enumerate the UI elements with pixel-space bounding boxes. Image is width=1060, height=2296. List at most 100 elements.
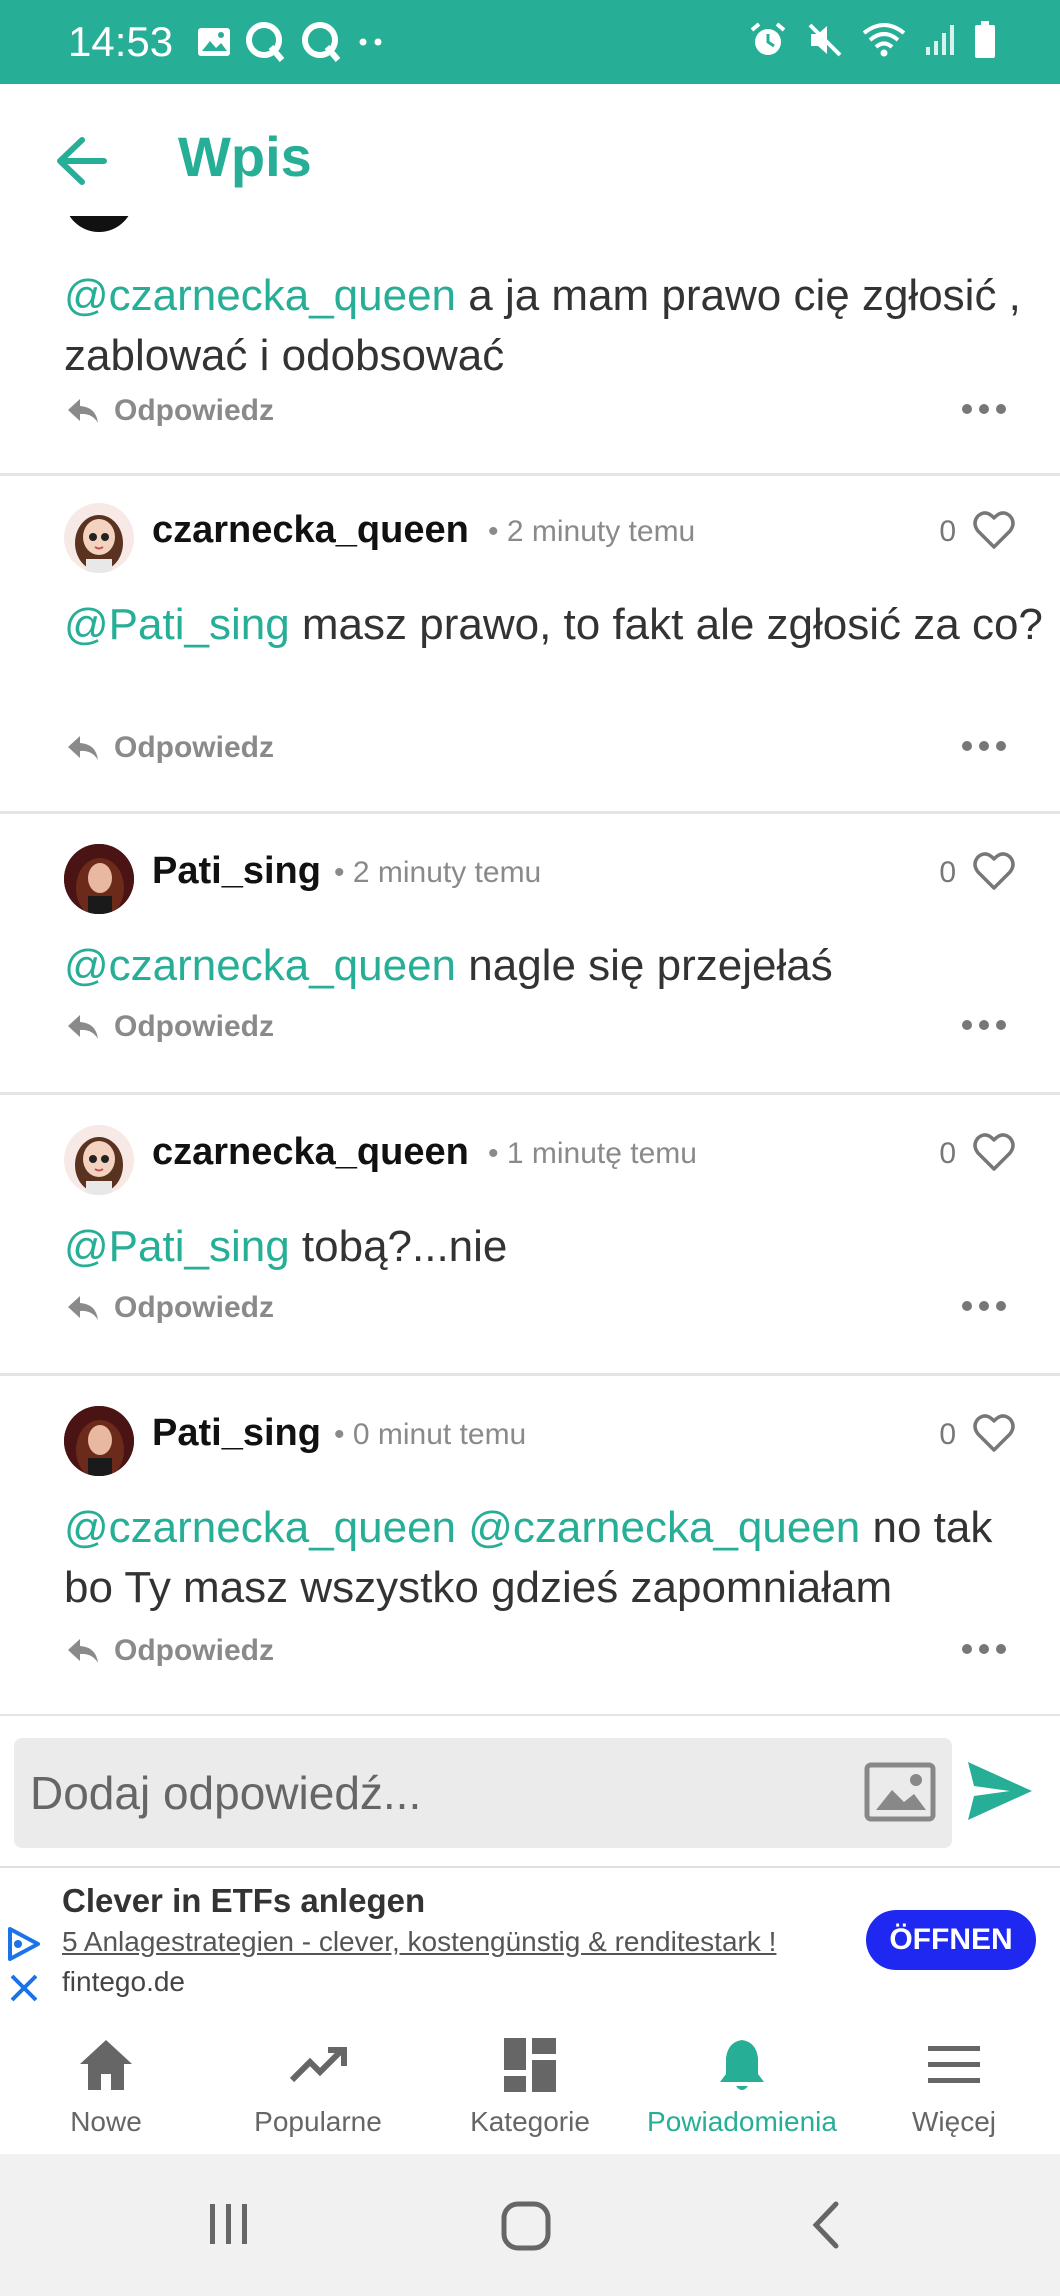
mute-icon xyxy=(808,23,842,57)
comment-item: czarnecka_queen • 1 minutę temu 0 @Pati_… xyxy=(0,1095,1060,1376)
app-bar: Wpis xyxy=(0,84,1060,234)
mention-link[interactable]: @Pati_sing xyxy=(64,1222,290,1271)
back-arrow-icon[interactable] xyxy=(52,132,110,190)
comment-text: @czarnecka_queen nagle się przejełaś xyxy=(64,941,833,990)
mention-link[interactable]: @Pati_sing xyxy=(64,600,290,649)
reply-label: Odpowiedz xyxy=(114,1291,274,1324)
bottom-nav: Nowe Popularne Kategorie Powiadomienia W… xyxy=(0,2014,1060,2154)
reply-button[interactable]: Odpowiedz xyxy=(66,394,274,428)
home-icon xyxy=(80,2040,132,2090)
close-icon[interactable] xyxy=(8,1972,40,2004)
like-count: 0 xyxy=(939,1137,956,1170)
avatar-pati-image xyxy=(64,1406,134,1476)
categories-icon xyxy=(504,2038,556,2092)
system-nav-bar xyxy=(0,2154,1060,2296)
more-options-icon[interactable] xyxy=(960,1299,1008,1313)
reply-label: Odpowiedz xyxy=(114,1010,274,1043)
reply-label: Odpowiedz xyxy=(114,394,274,427)
avatar-czarnecka-image xyxy=(75,515,123,573)
more-dots-icon xyxy=(359,38,382,46)
avatar[interactable] xyxy=(64,844,134,914)
app-q-icon xyxy=(246,22,285,62)
system-status-icons xyxy=(748,20,996,60)
back-button-icon[interactable] xyxy=(808,2200,842,2250)
reply-icon xyxy=(68,399,98,423)
heart-icon[interactable] xyxy=(972,509,1016,551)
comment-username[interactable]: czarnecka_queen xyxy=(152,509,469,552)
ad-banner[interactable]: Clever in ETFs anlegen 5 Anlagestrategie… xyxy=(0,1866,1060,2018)
comment-item: Pati_sing • 0 minut temu 0 @czarnecka_qu… xyxy=(0,1376,1060,1716)
signal-icon xyxy=(926,25,954,55)
more-options-icon[interactable] xyxy=(960,1642,1008,1656)
comment-timestamp: • 2 minuty temu xyxy=(334,856,542,889)
mention-link[interactable]: @czarnecka_queen @czarnecka_queen xyxy=(64,1503,860,1552)
comment-text: @Pati_sing masz prawo, to fakt ale zgłos… xyxy=(64,600,1043,649)
nav-label: Więcej xyxy=(911,2106,996,2137)
comment-item: czarnecka_queen • 2 minuty temu 0 @Pati_… xyxy=(0,473,1060,814)
bell-icon xyxy=(720,2040,764,2090)
comment-timestamp: • 1 minutę temu xyxy=(488,1137,697,1170)
comment-username[interactable]: Pati_sing xyxy=(152,1412,321,1455)
menu-icon xyxy=(928,2046,980,2083)
adchoices-icon[interactable] xyxy=(6,1926,42,1962)
reply-icon xyxy=(68,1639,98,1663)
comment-item: Pati_sing • 2 minuty temu 0 @czarnecka_q… xyxy=(0,814,1060,1095)
like-count: 0 xyxy=(939,1418,956,1451)
reply-button[interactable]: Odpowiedz xyxy=(66,1634,274,1668)
wifi-icon xyxy=(862,23,906,57)
like-count: 0 xyxy=(939,856,956,889)
send-icon[interactable] xyxy=(966,1758,1034,1824)
nav-item-powiadomienia[interactable]: Powiadomienia xyxy=(636,2014,848,2154)
reply-label: Odpowiedz xyxy=(114,1634,274,1667)
comment-text: @Pati_sing tobą?...nie xyxy=(64,1222,508,1271)
app-q-icon xyxy=(302,22,341,62)
comment-text: @czarnecka_queen @czarnecka_queen no tak… xyxy=(64,1503,993,1612)
avatar[interactable] xyxy=(64,1125,134,1195)
like-count: 0 xyxy=(939,515,956,548)
reply-button[interactable]: Odpowiedz xyxy=(66,1010,274,1044)
comment-username[interactable]: Pati_sing xyxy=(152,850,321,893)
page-title: Wpis xyxy=(178,125,312,188)
nav-label: Popularne xyxy=(254,2106,382,2137)
trending-icon xyxy=(289,2047,347,2083)
comment-username[interactable]: czarnecka_queen xyxy=(152,1131,469,1174)
gallery-icon xyxy=(198,28,230,56)
reply-icon xyxy=(68,1015,98,1039)
comment-text: @czarnecka_queen a ja mam prawo cię zgło… xyxy=(64,271,1021,380)
more-options-icon[interactable] xyxy=(960,739,1008,753)
nav-item-kategorie[interactable]: Kategorie xyxy=(424,2014,636,2154)
comment-timestamp: • 2 minuty temu xyxy=(488,515,696,548)
heart-icon[interactable] xyxy=(972,1131,1016,1173)
nav-item-wiecej[interactable]: Więcej xyxy=(848,2014,1060,2154)
alarm-icon xyxy=(750,22,786,55)
reply-input-placeholder: Dodaj odpowiedź... xyxy=(30,1767,422,1819)
mention-link[interactable]: @czarnecka_queen xyxy=(64,271,456,320)
more-options-icon[interactable] xyxy=(960,402,1008,416)
status-bar: 14:53 xyxy=(0,0,1060,84)
comment-feed[interactable]: @czarnecka_queen a ja mam prawo cię zgło… xyxy=(0,216,1060,1716)
nav-label: Powiadomienia xyxy=(647,2106,837,2137)
heart-icon[interactable] xyxy=(972,850,1016,892)
recent-apps-icon[interactable] xyxy=(206,2202,252,2246)
more-options-icon[interactable] xyxy=(960,1018,1008,1032)
nav-item-nowe[interactable]: Nowe xyxy=(0,2014,212,2154)
comment-timestamp: • 0 minut temu xyxy=(334,1418,527,1451)
mention-link[interactable]: @czarnecka_queen xyxy=(64,941,456,990)
battery-icon xyxy=(975,21,995,58)
avatar[interactable] xyxy=(64,1406,134,1476)
avatar[interactable] xyxy=(64,216,134,232)
reply-input[interactable]: Dodaj odpowiedź... xyxy=(14,1738,952,1848)
reply-icon xyxy=(68,1296,98,1320)
nav-label: Kategorie xyxy=(470,2106,590,2137)
home-button-icon[interactable] xyxy=(500,2200,552,2252)
nav-item-popularne[interactable]: Popularne xyxy=(212,2014,424,2154)
reply-button[interactable]: Odpowiedz xyxy=(66,1291,274,1325)
ad-open-button[interactable]: ÖFFNEN xyxy=(866,1910,1036,1970)
heart-icon[interactable] xyxy=(972,1412,1016,1454)
ad-description[interactable]: 5 Anlagestrategien - clever, kostengünst… xyxy=(62,1926,776,1958)
avatar-pati-image xyxy=(64,844,134,914)
reply-button[interactable]: Odpowiedz xyxy=(66,731,274,765)
avatar[interactable] xyxy=(64,503,134,573)
image-attach-icon[interactable] xyxy=(864,1762,936,1822)
reply-input-bar: Dodaj odpowiedź... xyxy=(0,1716,1060,1866)
